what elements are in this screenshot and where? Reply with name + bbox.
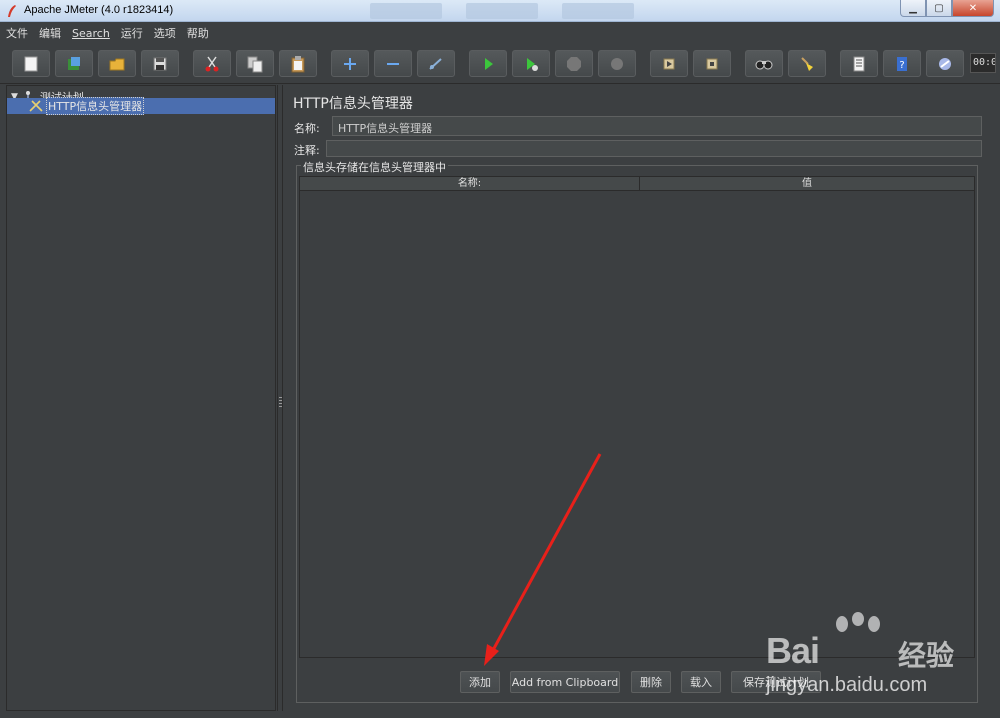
search-icon <box>755 60 773 69</box>
toggle-icon <box>429 57 442 70</box>
maximize-button[interactable]: ▢ <box>926 0 952 17</box>
minimize-icon: ▁ <box>909 2 917 14</box>
start-icon <box>485 57 493 70</box>
search-button[interactable] <box>745 50 783 77</box>
maximize-icon: ▢ <box>934 2 944 14</box>
help-icon: ? <box>897 56 907 71</box>
page-title: HTTP信息头管理器 <box>293 96 413 112</box>
close-icon: ✕ <box>968 2 978 14</box>
copy-button[interactable] <box>236 50 274 77</box>
save-button[interactable] <box>141 50 179 77</box>
clear-all-button[interactable] <box>788 50 826 77</box>
test-plan-tree: ▼ 测试计划 HTTP信息头管理器 <box>6 85 276 711</box>
open-button[interactable] <box>98 50 136 77</box>
comment-label: 注释: <box>294 144 320 157</box>
remote-stop-button[interactable] <box>693 50 731 77</box>
collapse-icon <box>387 62 399 65</box>
blurred-region <box>466 3 538 19</box>
add-from-clipboard-button[interactable]: Add from Clipboard <box>510 671 620 693</box>
blurred-region <box>562 3 634 19</box>
remote-stop-icon <box>706 58 718 69</box>
load-button[interactable]: 载入 <box>681 671 721 693</box>
name-field[interactable]: HTTP信息头管理器 <box>332 116 982 136</box>
jmeter-feather-icon <box>8 5 16 17</box>
menu-search[interactable]: Search <box>72 25 110 42</box>
minimize-button[interactable]: ▁ <box>900 0 926 17</box>
group-title: 信息头存储在信息头管理器中 <box>301 159 448 175</box>
expand-icon <box>344 57 356 70</box>
watermark-url: jingyan.baidu.com <box>766 674 928 696</box>
paw-logo-icon <box>836 612 880 632</box>
remote-start-button[interactable] <box>650 50 688 77</box>
tree-node-http-header-manager[interactable]: HTTP信息头管理器 <box>7 97 275 115</box>
log-viewer-button[interactable] <box>926 50 964 77</box>
help-button[interactable]: ? <box>883 50 921 77</box>
new-button[interactable] <box>12 50 50 77</box>
delete-button[interactable]: 删除 <box>631 671 671 693</box>
paste-icon <box>291 55 305 72</box>
function-helper-button[interactable] <box>840 50 878 77</box>
collapse-all-button[interactable] <box>374 50 412 77</box>
name-label: 名称: <box>294 122 320 135</box>
blurred-region <box>370 3 442 19</box>
copy-icon <box>247 56 263 72</box>
menu-run[interactable]: 运行 <box>121 23 143 43</box>
column-header-name[interactable]: 名称: <box>300 177 640 191</box>
menu-options[interactable]: 选项 <box>154 23 176 43</box>
menu-bar: 文件 编辑 Search 运行 选项 帮助 <box>0 22 1000 44</box>
shutdown-icon <box>611 57 623 70</box>
templates-icon <box>68 56 80 70</box>
svg-text:?: ? <box>899 60 904 71</box>
open-icon <box>109 58 125 70</box>
function-helper-icon <box>853 56 865 71</box>
cut-button[interactable] <box>193 50 231 77</box>
config-element-icon <box>29 100 43 112</box>
split-pane-divider[interactable] <box>277 85 283 711</box>
add-button[interactable]: 添加 <box>460 671 500 693</box>
shutdown-button[interactable] <box>598 50 636 77</box>
window-title: Apache JMeter (4.0 r1823414) <box>24 4 174 16</box>
menu-edit[interactable]: 编辑 <box>39 23 61 43</box>
watermark-brand: Bai <box>766 630 820 671</box>
elapsed-timer: 00:0 <box>970 53 996 73</box>
new-icon <box>24 56 38 71</box>
watermark-brand-cn: 经验 <box>898 639 955 672</box>
clear-icon <box>801 56 813 71</box>
start-button[interactable] <box>469 50 507 77</box>
column-header-value[interactable]: 值 <box>640 177 974 191</box>
tree-node-label: HTTP信息头管理器 <box>46 97 145 115</box>
start-no-pauses-button[interactable] <box>512 50 550 77</box>
window-title-bar: Apache JMeter (4.0 r1823414) ▁ ▢ ✕ <box>0 0 1000 22</box>
comment-field[interactable] <box>326 140 982 157</box>
start-no-pause-icon <box>527 57 538 71</box>
cut-icon <box>205 56 219 71</box>
toolbar: ? 00:0 <box>0 44 1000 84</box>
toggle-button[interactable] <box>417 50 455 77</box>
log-viewer-icon <box>939 57 951 70</box>
save-icon <box>153 57 167 70</box>
paste-button[interactable] <box>279 50 317 77</box>
table-header: 名称: 值 <box>300 177 974 191</box>
menu-help[interactable]: 帮助 <box>187 23 209 43</box>
baidu-watermark: Bai 经验 jingyan.baidu.com <box>766 612 996 702</box>
templates-button[interactable] <box>55 50 93 77</box>
stop-button[interactable] <box>555 50 593 77</box>
headers-table[interactable]: 名称: 值 <box>299 176 975 658</box>
expand-all-button[interactable] <box>331 50 369 77</box>
close-button[interactable]: ✕ <box>952 0 994 17</box>
remote-start-icon <box>663 58 675 69</box>
menu-file[interactable]: 文件 <box>6 23 28 43</box>
stop-icon <box>567 56 581 71</box>
